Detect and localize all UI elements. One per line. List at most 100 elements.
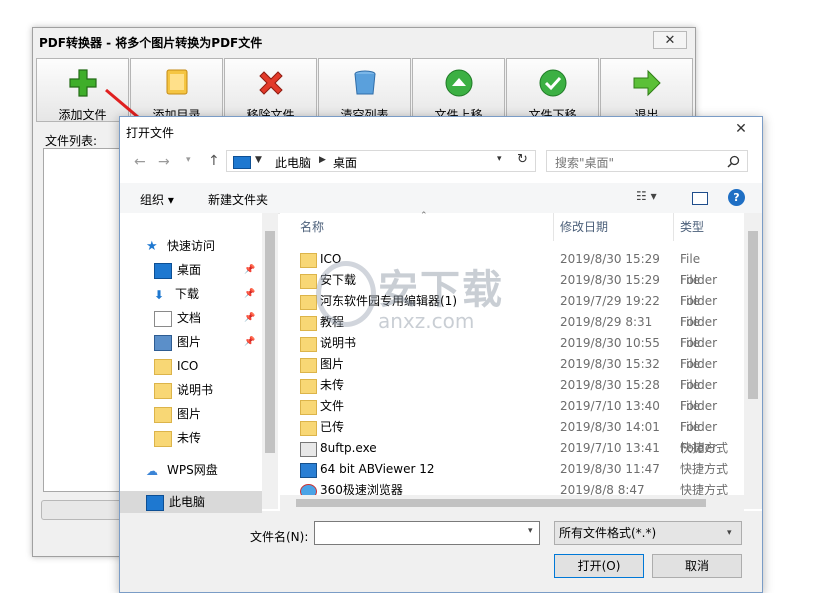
app-close-button[interactable]: ✕ bbox=[653, 31, 687, 49]
green-check-icon bbox=[539, 69, 567, 97]
file-date: 2019/7/10 13:41 bbox=[560, 441, 660, 455]
up-arrow-icon[interactable]: ↑ bbox=[208, 153, 220, 169]
file-row[interactable]: 图片 2019/8/30 15:32 File Folder bbox=[300, 354, 740, 392]
file-list-label: 文件列表: bbox=[45, 134, 98, 148]
file-name: 64 bit ABViewer 12 bbox=[320, 462, 435, 476]
address-dropdown-icon[interactable]: ▾ bbox=[497, 154, 502, 164]
folder-icon bbox=[154, 430, 172, 447]
file-scrollbar[interactable] bbox=[744, 213, 762, 509]
abviewer-icon bbox=[300, 463, 317, 478]
nav-item-8[interactable]: 未传 bbox=[154, 427, 201, 449]
folder-icon bbox=[300, 379, 317, 394]
pin-icon[interactable]: 📌 bbox=[244, 283, 255, 305]
nav-item-label: 桌面 bbox=[177, 263, 202, 277]
dialog-title: 打开文件 bbox=[126, 126, 175, 140]
breadcrumb-desktop[interactable]: 桌面 bbox=[333, 154, 357, 171]
file-row[interactable]: 8uftp.exe 2019/7/10 13:41 快捷方式 bbox=[300, 438, 740, 459]
nav-scrollbar[interactable] bbox=[262, 213, 278, 509]
filename-label: 文件名(N): bbox=[250, 530, 309, 544]
file-date: 2019/8/30 15:32 bbox=[560, 357, 660, 371]
filetype-dropdown-icon[interactable]: ▾ bbox=[727, 522, 732, 544]
file-row[interactable]: 已传 2019/8/30 14:01 File Folder bbox=[300, 417, 740, 455]
column-header-type[interactable]: 类型 bbox=[674, 213, 754, 241]
desktop-icon bbox=[154, 262, 172, 279]
file-date: 2019/8/30 14:01 bbox=[560, 420, 660, 434]
file-row[interactable]: 文件 2019/7/10 13:40 File Folder bbox=[300, 396, 740, 434]
command-bar: 组织 ▾ 新建文件夹 ☷ ▾ ? bbox=[120, 183, 762, 214]
filename-input[interactable] bbox=[314, 521, 540, 545]
pin-icon[interactable]: 📌 bbox=[244, 259, 255, 281]
nav-item-7[interactable]: 图片 bbox=[154, 403, 201, 425]
breadcrumb-this-pc[interactable]: 此电脑 bbox=[275, 154, 311, 171]
remove-file-button[interactable]: 移除文件 bbox=[224, 58, 317, 122]
nav-item-label: WPS网盘 bbox=[167, 463, 218, 477]
dialog-close-button[interactable]: ✕ bbox=[726, 121, 756, 139]
move-down-button[interactable]: 文件下移 bbox=[506, 58, 599, 122]
green-right-arrow-icon bbox=[633, 69, 661, 97]
preview-pane-icon[interactable] bbox=[692, 192, 708, 205]
file-name: 未传 bbox=[320, 378, 345, 392]
nav-item-label: 说明书 bbox=[177, 383, 214, 397]
nav-item-label: 图片 bbox=[177, 407, 202, 421]
dialog-footer: 文件名(N): ▾ 所有文件格式(*.*) ▾ 打开(O) 取消 bbox=[120, 511, 762, 592]
search-input[interactable]: 搜索"桌面" bbox=[546, 150, 748, 172]
move-up-button[interactable]: 文件上移 bbox=[412, 58, 505, 122]
picture-icon bbox=[154, 334, 172, 351]
nav-item-1[interactable]: 桌面 📌 bbox=[154, 259, 255, 281]
recent-dropdown-icon[interactable]: ▾ bbox=[186, 155, 191, 165]
folder-icon bbox=[300, 295, 317, 310]
organize-menu[interactable]: 组织 ▾ bbox=[140, 191, 174, 208]
filename-dropdown-icon[interactable]: ▾ bbox=[528, 526, 533, 536]
file-scrollbar-thumb[interactable] bbox=[748, 231, 758, 399]
filetype-select[interactable]: 所有文件格式(*.*) ▾ bbox=[554, 521, 742, 545]
file-name: 图片 bbox=[320, 357, 345, 371]
green-up-arrow-icon bbox=[445, 69, 473, 97]
search-icon[interactable] bbox=[727, 155, 740, 168]
nav-item-label: 未传 bbox=[177, 431, 202, 445]
file-name: 8uftp.exe bbox=[320, 441, 377, 455]
nav-item-2[interactable]: ⬇ 下载 📌 bbox=[154, 283, 255, 305]
file-row[interactable]: 64 bit ABViewer 12 2019/8/30 11:47 快捷方式 bbox=[300, 459, 740, 480]
horizontal-scrollbar[interactable] bbox=[280, 495, 744, 511]
file-date: 2019/8/30 10:55 bbox=[560, 336, 660, 350]
file-row[interactable]: 未传 2019/8/30 15:28 File Folder bbox=[300, 375, 740, 413]
new-folder-button[interactable]: 新建文件夹 bbox=[208, 191, 268, 208]
download-icon: ⬇ bbox=[154, 287, 165, 302]
nav-item-label: 图片 bbox=[177, 335, 202, 349]
nav-item-9[interactable]: ☁ WPS网盘 bbox=[146, 459, 218, 481]
nav-item-3[interactable]: 文档 📌 bbox=[154, 307, 255, 329]
sort-indicator-icon: ⌃ bbox=[420, 211, 428, 221]
pin-icon[interactable]: 📌 bbox=[244, 307, 255, 329]
nav-scrollbar-thumb[interactable] bbox=[265, 231, 275, 453]
forward-arrow-icon[interactable]: → bbox=[158, 154, 170, 170]
horizontal-scrollbar-thumb[interactable] bbox=[296, 499, 706, 507]
file-date: 2019/8/30 11:47 bbox=[560, 462, 660, 476]
nav-item-5[interactable]: ICO bbox=[154, 355, 198, 377]
computer-icon bbox=[233, 156, 251, 169]
nav-item-0[interactable]: ★ 快速访问 bbox=[146, 235, 215, 257]
nav-item-10[interactable]: 此电脑 bbox=[120, 491, 262, 513]
view-options-icon[interactable]: ☷ ▾ bbox=[636, 189, 657, 203]
document-icon bbox=[154, 310, 172, 327]
breadcrumb-separator-icon[interactable]: ▶ bbox=[319, 155, 326, 165]
folder-icon bbox=[300, 400, 317, 415]
help-icon[interactable]: ? bbox=[728, 189, 745, 206]
refresh-icon[interactable]: ↻ bbox=[517, 152, 528, 167]
file-type: 快捷方式 bbox=[680, 441, 729, 455]
exit-button[interactable]: 退出 bbox=[600, 58, 693, 122]
nav-item-4[interactable]: 图片 📌 bbox=[154, 331, 255, 353]
chevron-down-icon[interactable]: ▼ bbox=[255, 155, 262, 165]
pin-icon[interactable]: 📌 bbox=[244, 331, 255, 353]
clear-list-button[interactable]: 清空列表 bbox=[318, 58, 411, 122]
red-x-icon bbox=[259, 71, 283, 95]
open-button[interactable]: 打开(O) bbox=[554, 554, 644, 578]
folder-icon bbox=[300, 274, 317, 289]
watermark-url: anxz.com bbox=[378, 309, 475, 333]
cancel-button[interactable]: 取消 bbox=[652, 554, 742, 578]
address-bar[interactable]: ▼ 此电脑 ▶ 桌面 ▾ ↻ bbox=[226, 150, 536, 172]
nav-item-label: 快速访问 bbox=[167, 239, 216, 253]
nav-item-6[interactable]: 说明书 bbox=[154, 379, 213, 401]
filetype-value: 所有文件格式(*.*) bbox=[559, 526, 657, 540]
column-header-date[interactable]: 修改日期 bbox=[554, 213, 674, 241]
back-arrow-icon[interactable]: ← bbox=[134, 154, 146, 170]
